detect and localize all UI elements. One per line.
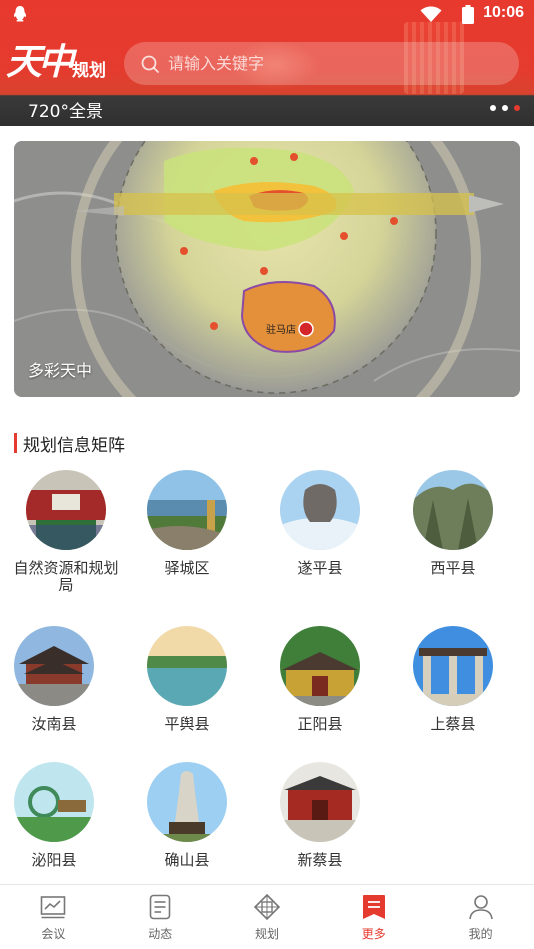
section-accent-bar bbox=[14, 433, 17, 453]
nav-tab-planning[interactable]: 规划 bbox=[214, 885, 321, 949]
district-name: 遂平县 bbox=[297, 559, 343, 577]
memorial-arch-photo bbox=[413, 626, 493, 706]
carousel-dot[interactable] bbox=[490, 105, 496, 111]
nav-label: 规划 bbox=[254, 927, 279, 941]
district-name: 平舆县 bbox=[164, 715, 210, 733]
status-time: 10:06 bbox=[483, 4, 524, 21]
nav-tab-meeting[interactable]: 会议 bbox=[0, 885, 107, 949]
search-icon bbox=[141, 55, 159, 73]
lake-park-photo bbox=[147, 470, 227, 550]
district-name: 新蔡县 bbox=[297, 851, 343, 869]
district-item[interactable]: 自然资源和规划局 bbox=[6, 470, 126, 594]
district-item[interactable]: 泌阳县 bbox=[0, 762, 114, 869]
status-bar: 10:06 bbox=[0, 0, 534, 30]
monument-square-photo bbox=[14, 762, 94, 842]
district-name: 汝南县 bbox=[31, 715, 77, 733]
logo-main-text: 天中 bbox=[6, 41, 74, 83]
planning-map-banner[interactable]: 驻马店 多彩天中 bbox=[14, 141, 520, 397]
cliff-mountain-photo bbox=[413, 470, 493, 550]
district-name: 确山县 bbox=[164, 851, 210, 869]
district-name: 上蔡县 bbox=[430, 715, 476, 733]
ancient-building-photo bbox=[14, 626, 94, 706]
section-title: 规划信息矩阵 bbox=[23, 435, 125, 456]
nav-label: 动态 bbox=[148, 927, 173, 941]
nav-label: 我的 bbox=[468, 927, 493, 941]
carousel-indicator bbox=[490, 105, 520, 111]
section-header: 规划信息矩阵 bbox=[14, 432, 125, 456]
qq-penguin-icon bbox=[13, 6, 27, 22]
district-item[interactable]: 正阳县 bbox=[260, 626, 380, 733]
diamond-grid-icon bbox=[253, 893, 281, 921]
district-item[interactable]: 驿城区 bbox=[127, 470, 247, 577]
battery-icon bbox=[462, 5, 474, 24]
rock-mountain-photo bbox=[280, 470, 360, 550]
logo-sub-text: 规划 bbox=[72, 61, 106, 81]
nav-tab-more[interactable]: 更多 bbox=[320, 885, 427, 949]
district-item[interactable]: 西平县 bbox=[393, 470, 513, 577]
red-gate-photo bbox=[280, 762, 360, 842]
district-item[interactable]: 确山县 bbox=[127, 762, 247, 869]
bottom-navigation: 会议 动态 规划 更多 我的 bbox=[0, 884, 534, 949]
carousel-dot[interactable] bbox=[502, 105, 508, 111]
nav-label: 更多 bbox=[361, 927, 386, 941]
search-input[interactable] bbox=[168, 54, 488, 73]
district-name: 西平县 bbox=[430, 559, 476, 577]
nav-label: 会议 bbox=[41, 927, 66, 941]
header: 10:06 天中 规划 720°全景 bbox=[0, 0, 534, 126]
nav-tab-news[interactable]: 动态 bbox=[107, 885, 214, 949]
document-icon bbox=[149, 894, 171, 920]
user-icon bbox=[468, 895, 493, 920]
district-item[interactable]: 汝南县 bbox=[0, 626, 114, 733]
app-logo: 天中 规划 bbox=[6, 38, 116, 90]
banner-caption: 多彩天中 bbox=[28, 361, 93, 380]
map-city-label: 驻马店 bbox=[266, 323, 296, 336]
statue-photo bbox=[147, 762, 227, 842]
district-item[interactable]: 新蔡县 bbox=[260, 762, 380, 869]
app-screen: 10:06 天中 规划 720°全景 bbox=[0, 0, 534, 949]
district-name: 自然资源和规划局 bbox=[13, 559, 119, 594]
district-item[interactable]: 遂平县 bbox=[260, 470, 380, 577]
wifi-icon bbox=[420, 6, 442, 22]
meeting-hall-photo bbox=[26, 470, 106, 550]
district-name: 正阳县 bbox=[297, 715, 343, 733]
district-item[interactable]: 平舆县 bbox=[127, 626, 247, 733]
lake-sunset-photo bbox=[147, 626, 227, 706]
district-item[interactable]: 上蔡县 bbox=[393, 626, 513, 733]
carousel-dot-active[interactable] bbox=[514, 105, 520, 111]
search-bar[interactable] bbox=[124, 42, 519, 85]
panorama-label[interactable]: 720°全景 bbox=[28, 97, 103, 122]
chart-monitor-icon bbox=[41, 896, 66, 919]
district-name: 驿城区 bbox=[164, 559, 210, 577]
temple-photo bbox=[280, 626, 360, 706]
bookmark-icon bbox=[362, 895, 385, 919]
nav-tab-profile[interactable]: 我的 bbox=[427, 885, 534, 949]
district-name: 泌阳县 bbox=[31, 851, 77, 869]
